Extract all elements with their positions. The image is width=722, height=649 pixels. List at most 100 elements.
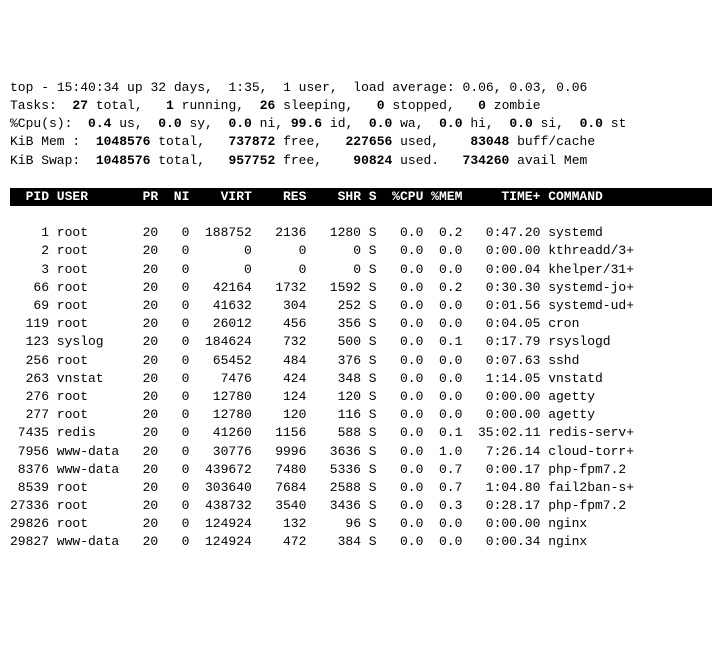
table-row[interactable]: 3root200000S0.00.00:00.04khelper/31+ xyxy=(10,261,712,279)
cell-user: syslog xyxy=(49,333,127,351)
cell-user: redis xyxy=(49,424,127,442)
cell-cmd: nginx xyxy=(540,515,587,533)
cell-cpu: 0.0 xyxy=(377,424,424,442)
cell-cpu: 0.0 xyxy=(377,461,424,479)
table-row[interactable]: 277root20012780120116S0.00.00:00.00agett… xyxy=(10,406,712,424)
cell-pid: 256 xyxy=(10,352,49,370)
cell-mem: 0.0 xyxy=(423,297,462,315)
cell-shr: 348 xyxy=(306,370,361,388)
cell-user: root xyxy=(49,479,127,497)
cell-pr: 20 xyxy=(127,242,158,260)
cell-mem: 0.2 xyxy=(423,279,462,297)
top-summary: top - 15:40:34 up 32 days, 1:35, 1 user,… xyxy=(10,79,712,170)
cell-pid: 69 xyxy=(10,297,49,315)
cell-res: 456 xyxy=(252,315,307,333)
cell-time: 0:00.00 xyxy=(462,388,540,406)
table-row[interactable]: 1root20018875221361280S0.00.20:47.20syst… xyxy=(10,224,712,242)
cell-user: www-data xyxy=(49,443,127,461)
cell-cmd: vnstatd xyxy=(540,370,602,388)
table-row[interactable]: 119root20026012456356S0.00.00:04.05cron xyxy=(10,315,712,333)
col-virt[interactable]: VIRT xyxy=(189,188,251,206)
table-row[interactable]: 2root200000S0.00.00:00.00kthreadd/3+ xyxy=(10,242,712,260)
cell-cmd: fail2ban-s+ xyxy=(540,479,634,497)
cell-shr: 96 xyxy=(306,515,361,533)
cell-user: www-data xyxy=(49,533,127,551)
cell-shr: 500 xyxy=(306,333,361,351)
cell-cpu: 0.0 xyxy=(377,297,424,315)
cell-cmd: sshd xyxy=(540,352,579,370)
cell-shr: 356 xyxy=(306,315,361,333)
cell-res: 472 xyxy=(252,533,307,551)
cell-s: S xyxy=(361,497,377,515)
cell-ni: 0 xyxy=(158,424,189,442)
table-row[interactable]: 123syslog200184624732500S0.00.10:17.79rs… xyxy=(10,333,712,351)
cell-time: 35:02.11 xyxy=(462,424,540,442)
col-shr[interactable]: SHR xyxy=(306,188,361,206)
summary-mem: KiB Mem : 1048576 total, 737872 free, 22… xyxy=(10,134,595,149)
cell-ni: 0 xyxy=(158,352,189,370)
cell-user: root xyxy=(49,242,127,260)
cell-pr: 20 xyxy=(127,370,158,388)
col-time[interactable]: TIME+ xyxy=(462,188,540,206)
cell-shr: 384 xyxy=(306,533,361,551)
col-cpu[interactable]: %CPU xyxy=(377,188,424,206)
cell-res: 1156 xyxy=(252,424,307,442)
cell-time: 0:07.63 xyxy=(462,352,540,370)
cell-pr: 20 xyxy=(127,261,158,279)
cell-pr: 20 xyxy=(127,497,158,515)
col-pr[interactable]: PR xyxy=(127,188,158,206)
table-row[interactable]: 7435redis200412601156588S0.00.135:02.11r… xyxy=(10,424,712,442)
cell-time: 0:47.20 xyxy=(462,224,540,242)
cell-s: S xyxy=(361,533,377,551)
summary-tasks: Tasks: 27 total, 1 running, 26 sleeping,… xyxy=(10,98,541,113)
cell-user: root xyxy=(49,497,127,515)
cell-pid: 66 xyxy=(10,279,49,297)
cell-pr: 20 xyxy=(127,279,158,297)
cell-mem: 0.3 xyxy=(423,497,462,515)
col-cmd[interactable]: COMMAND xyxy=(540,188,602,206)
table-row[interactable]: 8539root20030364076842588S0.00.71:04.80f… xyxy=(10,479,712,497)
cell-cpu: 0.0 xyxy=(377,515,424,533)
cell-s: S xyxy=(361,461,377,479)
table-row[interactable]: 8376www-data20043967274805336S0.00.70:00… xyxy=(10,461,712,479)
cell-virt: 124924 xyxy=(189,515,251,533)
cell-ni: 0 xyxy=(158,461,189,479)
table-row[interactable]: 29827www-data200124924472384S0.00.00:00.… xyxy=(10,533,712,551)
cell-virt: 184624 xyxy=(189,333,251,351)
col-user[interactable]: USER xyxy=(49,188,127,206)
cell-shr: 0 xyxy=(306,261,361,279)
cell-pr: 20 xyxy=(127,388,158,406)
process-header[interactable]: PIDUSERPRNIVIRTRESSHRS%CPU%MEMTIME+COMMA… xyxy=(10,188,712,206)
cell-cmd: agetty xyxy=(540,388,595,406)
col-ni[interactable]: NI xyxy=(158,188,189,206)
col-mem[interactable]: %MEM xyxy=(423,188,462,206)
cell-cmd: systemd-jo+ xyxy=(540,279,634,297)
cell-pr: 20 xyxy=(127,352,158,370)
cell-ni: 0 xyxy=(158,370,189,388)
table-row[interactable]: 7956www-data2003077699963636S0.01.07:26.… xyxy=(10,443,712,461)
cell-virt: 65452 xyxy=(189,352,251,370)
table-row[interactable]: 263vnstat2007476424348S0.00.01:14.05vnst… xyxy=(10,370,712,388)
cell-pr: 20 xyxy=(127,424,158,442)
cell-virt: 303640 xyxy=(189,479,251,497)
cell-res: 132 xyxy=(252,515,307,533)
table-row[interactable]: 276root20012780124120S0.00.00:00.00agett… xyxy=(10,388,712,406)
table-row[interactable]: 66root2004216417321592S0.00.20:30.30syst… xyxy=(10,279,712,297)
table-row[interactable]: 69root20041632304252S0.00.00:01.56system… xyxy=(10,297,712,315)
cell-s: S xyxy=(361,315,377,333)
cell-s: S xyxy=(361,424,377,442)
cell-shr: 2588 xyxy=(306,479,361,497)
cell-cpu: 0.0 xyxy=(377,261,424,279)
table-row[interactable]: 29826root20012492413296S0.00.00:00.00ngi… xyxy=(10,515,712,533)
table-row[interactable]: 256root20065452484376S0.00.00:07.63sshd xyxy=(10,352,712,370)
cell-cmd: php-fpm7.2 xyxy=(540,497,626,515)
cell-pid: 8539 xyxy=(10,479,49,497)
cell-s: S xyxy=(361,279,377,297)
col-s[interactable]: S xyxy=(361,188,377,206)
table-row[interactable]: 27336root20043873235403436S0.00.30:28.17… xyxy=(10,497,712,515)
cell-ni: 0 xyxy=(158,261,189,279)
cell-time: 0:00.00 xyxy=(462,406,540,424)
col-res[interactable]: RES xyxy=(252,188,307,206)
cell-mem: 0.0 xyxy=(423,533,462,551)
col-pid[interactable]: PID xyxy=(10,188,49,206)
